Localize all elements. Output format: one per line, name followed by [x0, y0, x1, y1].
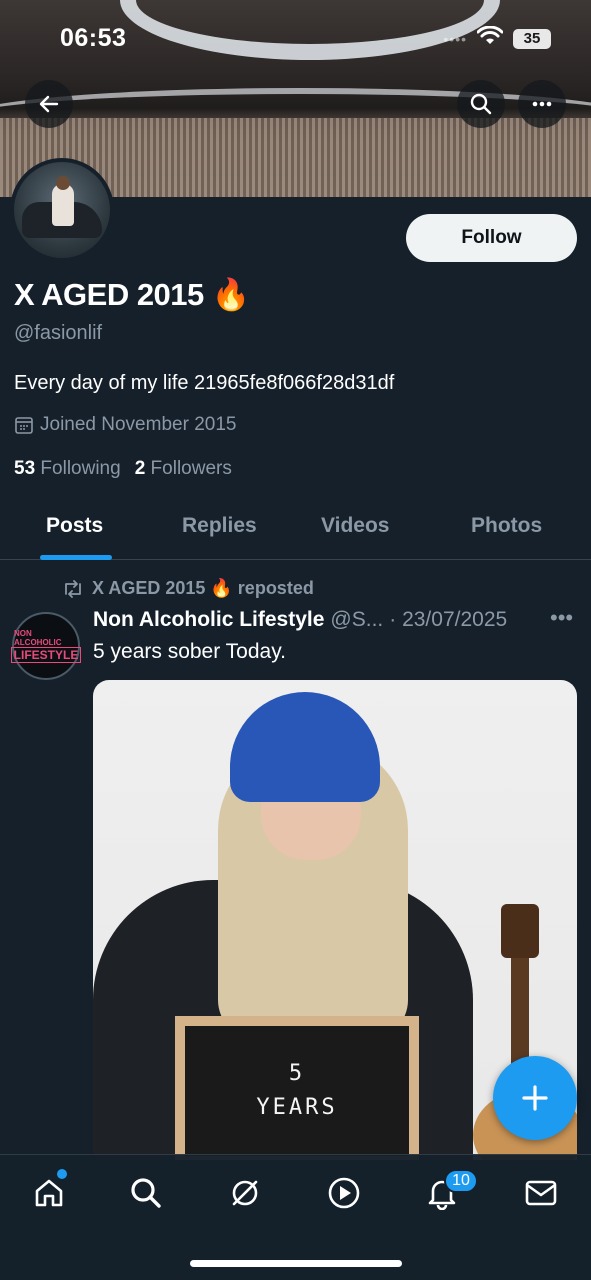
- follow-stats: 53 Following 2 Followers: [14, 458, 232, 480]
- search-icon: [470, 93, 492, 115]
- profile-display-name: X AGED 2015 🔥: [14, 277, 251, 312]
- back-button[interactable]: [25, 80, 73, 128]
- post-header: Non Alcoholic Lifestyle @S... · 23/07/20…: [93, 608, 507, 632]
- search-icon[interactable]: [126, 1173, 166, 1213]
- follow-button[interactable]: Follow: [406, 214, 577, 262]
- search-button[interactable]: [457, 80, 505, 128]
- more-icon: [532, 101, 552, 107]
- notification-badge: 10: [444, 1169, 478, 1193]
- media-decor: [230, 692, 380, 802]
- board-line: YEARS: [256, 1095, 338, 1120]
- home-notification-dot: [57, 1169, 67, 1179]
- joined-text: Joined November 2015: [40, 414, 237, 435]
- following-count: 53: [14, 458, 36, 479]
- followers-link[interactable]: 2 Followers: [135, 458, 232, 480]
- avatar-text: NON ALCOHOLIC: [14, 629, 62, 647]
- profile-tabs: Posts Replies Videos Photos: [0, 500, 591, 560]
- followers-label: Followers: [150, 458, 232, 479]
- post-author-avatar[interactable]: NON ALCOHOLIC LIFESTYLE: [10, 612, 82, 680]
- repost-text: X AGED 2015 🔥 reposted: [92, 578, 314, 598]
- tab-photos[interactable]: Photos: [471, 514, 542, 538]
- followers-count: 2: [134, 458, 146, 479]
- wifi-icon: [476, 25, 504, 51]
- tab-videos[interactable]: Videos: [321, 514, 389, 538]
- tab-replies[interactable]: Replies: [182, 514, 257, 538]
- repost-icon: [65, 579, 81, 598]
- avatar-text: LIFESTYLE: [10, 647, 82, 663]
- post-more-icon[interactable]: •••: [550, 605, 573, 631]
- letter-board: 5 YEARS: [175, 1016, 419, 1160]
- media-decor: [501, 904, 539, 958]
- post-author-name[interactable]: Non Alcoholic Lifestyle: [93, 608, 324, 632]
- plus-icon: [522, 1085, 548, 1111]
- letter-board-text: 5 YEARS: [185, 1026, 409, 1156]
- calendar-icon: [15, 417, 33, 434]
- tab-posts[interactable]: Posts: [46, 514, 103, 538]
- grok-icon[interactable]: [225, 1173, 265, 1213]
- battery-icon: 35: [513, 28, 551, 49]
- active-tab-indicator: [40, 555, 112, 560]
- profile-avatar[interactable]: [10, 158, 114, 262]
- messages-icon[interactable]: [521, 1173, 561, 1213]
- board-line: 5: [288, 1061, 306, 1086]
- repost-indicator: X AGED 2015 🔥 reposted: [62, 578, 314, 599]
- avatar-decor: [56, 176, 70, 190]
- signal-icon: ••••: [443, 30, 467, 47]
- home-icon[interactable]: [29, 1173, 69, 1213]
- following-link[interactable]: 53 Following: [14, 458, 121, 480]
- status-icons: •••• 35: [443, 25, 551, 51]
- following-label: Following: [40, 458, 121, 479]
- avatar-image: [14, 162, 110, 258]
- status-time: 06:53: [60, 24, 127, 52]
- video-icon[interactable]: [324, 1173, 364, 1213]
- post-author-handle[interactable]: @S...: [330, 608, 383, 632]
- profile-bio: Every day of my life 21965fe8f066f28d31d…: [14, 372, 395, 394]
- home-indicator: [190, 1260, 402, 1267]
- avatar-decor: [52, 184, 74, 226]
- joined-date: Joined November 2015: [14, 414, 236, 436]
- profile-handle: @fasionlif: [14, 322, 103, 344]
- post-text: 5 years sober Today.: [93, 640, 286, 663]
- more-options-button[interactable]: [518, 80, 566, 128]
- compose-button[interactable]: [493, 1056, 577, 1140]
- arrow-left-icon: [39, 95, 59, 113]
- post-date[interactable]: · 23/07/2025: [389, 608, 507, 632]
